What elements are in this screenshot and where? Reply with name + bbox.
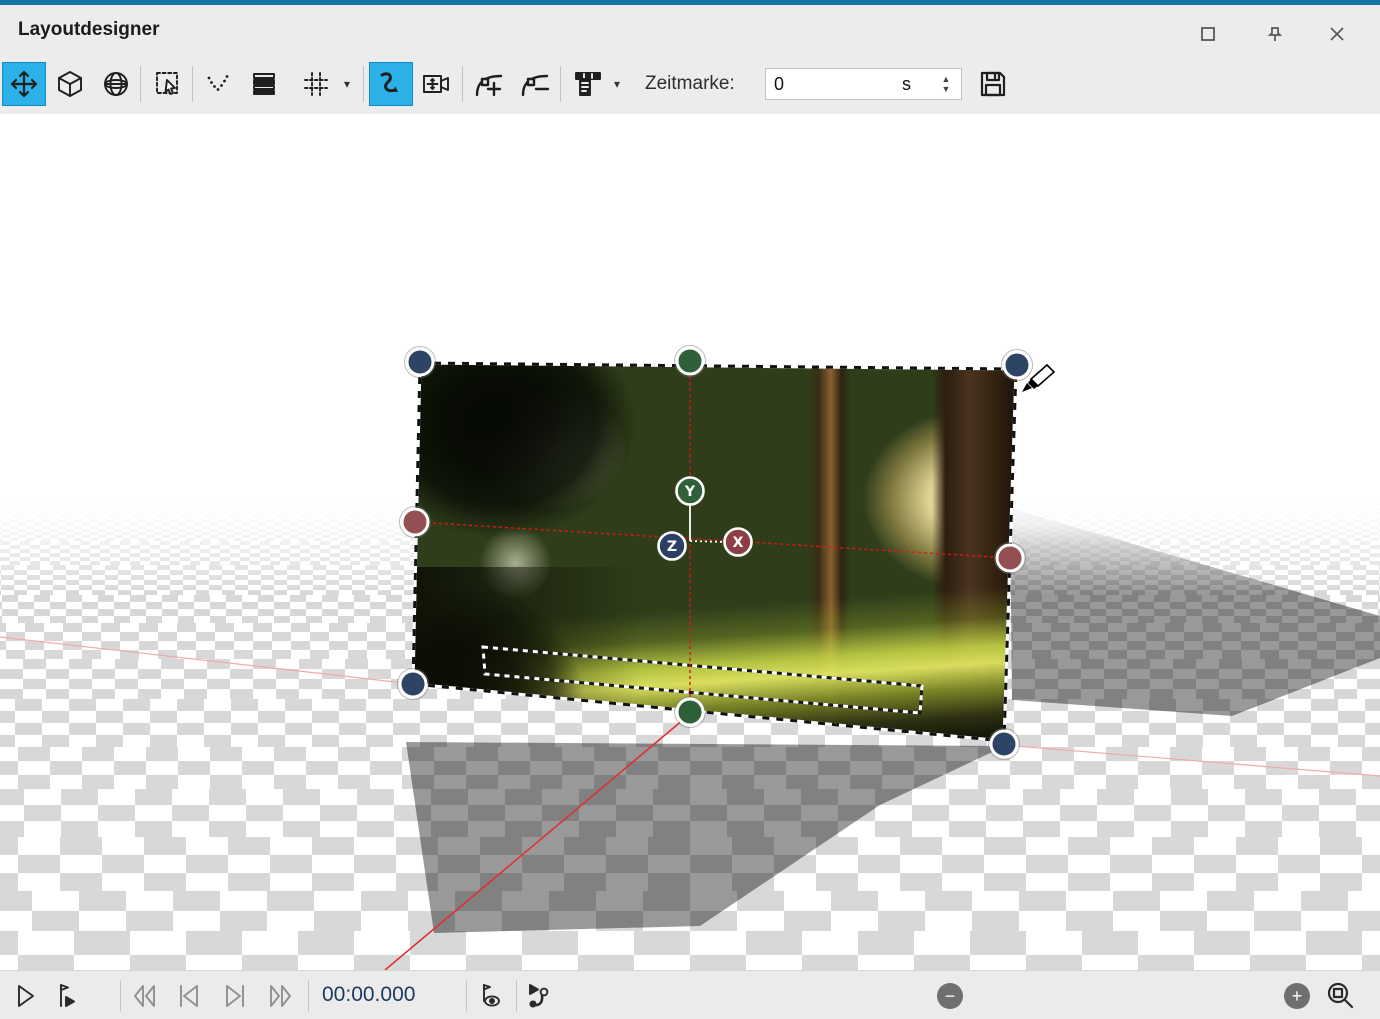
curve-icon xyxy=(376,69,406,99)
playback-separator xyxy=(466,980,467,1012)
main-toolbar: ▾ xyxy=(0,56,1380,114)
toolbar-separator xyxy=(560,66,561,102)
handle-top-right[interactable] xyxy=(1002,350,1033,381)
timeline-table-dropdown-chevron[interactable]: ▾ xyxy=(614,76,620,92)
zoom-fit-button[interactable] xyxy=(1324,979,1358,1013)
handle-bottom-right[interactable] xyxy=(989,729,1020,760)
camera-pan-tool-button[interactable] xyxy=(415,62,459,106)
skip-to-end-icon xyxy=(222,983,248,1009)
zeitmarke-label: Zeitmarke: xyxy=(645,73,735,95)
zeitmarke-spinner[interactable]: ▲▼ xyxy=(933,70,959,98)
camera-pan-icon xyxy=(422,71,452,97)
play-icon xyxy=(12,983,38,1009)
ground-axis-line-right xyxy=(1004,745,1380,776)
pin-icon xyxy=(1266,25,1284,43)
move-icon xyxy=(9,69,39,99)
zeitmarke-unit: s xyxy=(902,74,911,95)
marker-visibility-button[interactable] xyxy=(474,979,508,1013)
toolbar-separator xyxy=(192,66,193,102)
fast-forward-button[interactable] xyxy=(264,979,298,1013)
move-tool-button[interactable] xyxy=(2,62,46,106)
zoom-out-button[interactable]: − xyxy=(937,983,963,1009)
dotted-check-icon xyxy=(204,70,232,98)
handle-mid-bottom[interactable] xyxy=(675,697,706,728)
handle-mid-right[interactable] xyxy=(995,543,1026,574)
selection-marching-ants xyxy=(413,363,1016,741)
z-axis-label: Z xyxy=(667,539,677,555)
playback-separator xyxy=(308,980,309,1012)
save-icon xyxy=(978,69,1008,99)
window-title: Layoutdesigner xyxy=(18,19,159,41)
handle-mid-left[interactable] xyxy=(400,507,431,538)
maximize-icon xyxy=(1200,26,1216,42)
ground-axis-line-red xyxy=(385,714,690,970)
rewind-icon xyxy=(131,983,159,1009)
zoom-in-button[interactable]: + xyxy=(1284,983,1310,1009)
grid-dropdown-chevron[interactable]: ▾ xyxy=(344,76,350,92)
motion-path-icon xyxy=(525,981,557,1011)
toolbar-separator xyxy=(462,66,463,102)
play-button[interactable] xyxy=(8,979,42,1013)
rewind-button[interactable] xyxy=(128,979,162,1013)
edge-handles xyxy=(400,346,1026,728)
toolbar-separator xyxy=(140,66,141,102)
timeline-table-tool-button[interactable] xyxy=(566,62,610,106)
play-from-marker-button[interactable] xyxy=(50,979,84,1013)
handle-bottom-left[interactable] xyxy=(398,669,429,700)
play-from-marker-icon xyxy=(53,982,81,1010)
skip-to-start-button[interactable] xyxy=(172,979,206,1013)
crosshair-horizontal xyxy=(415,522,1010,558)
skip-to-end-button[interactable] xyxy=(218,979,252,1013)
playback-separator xyxy=(120,980,121,1012)
x-axis-stem xyxy=(690,541,727,542)
globe-tool-button[interactable] xyxy=(94,62,138,106)
zoom-out-label: − xyxy=(945,984,956,1008)
globe-icon xyxy=(102,70,130,98)
playback-separator xyxy=(516,980,517,1012)
x-axis-label: X xyxy=(733,535,744,551)
ground-axis-line-left xyxy=(0,637,413,684)
save-button[interactable] xyxy=(971,62,1015,106)
select-rect-icon xyxy=(154,70,182,98)
playback-bar: ▾ 00:00.000 xyxy=(0,970,1380,1019)
grid-icon xyxy=(302,70,330,98)
marker-visibility-icon xyxy=(476,981,506,1011)
close-icon xyxy=(1329,26,1345,42)
layers-icon xyxy=(250,70,278,98)
handle-top-left[interactable] xyxy=(405,347,436,378)
cube-3d-tool-button[interactable] xyxy=(48,62,92,106)
grid-tool-button[interactable] xyxy=(294,62,338,106)
add-keyframe-tool-button[interactable] xyxy=(467,62,511,106)
fast-forward-icon xyxy=(267,983,295,1009)
layers-tool-button[interactable] xyxy=(242,62,286,106)
layoutdesigner-window: Layoutdesigner xyxy=(0,0,1380,1019)
cube-icon xyxy=(56,70,84,98)
toolbar-separator xyxy=(363,66,364,102)
gizmo-overlay: Y Z X xyxy=(0,114,1380,970)
axis-handle-x[interactable]: X xyxy=(725,529,752,556)
zoom-fit-icon xyxy=(1326,981,1356,1011)
timeline-table-icon xyxy=(573,69,603,99)
zoom-in-label: + xyxy=(1292,984,1303,1008)
curve-tool-button[interactable] xyxy=(369,62,413,106)
timecode: 00:00.000 xyxy=(322,983,415,1007)
handle-mid-top[interactable] xyxy=(675,346,706,377)
zeitmarke-value: 0 xyxy=(774,74,784,95)
close-button[interactable] xyxy=(1324,21,1350,47)
axis-handle-y[interactable]: Y xyxy=(677,478,704,505)
pin-button[interactable] xyxy=(1262,21,1288,47)
titlebar: Layoutdesigner xyxy=(0,5,1380,56)
motion-path-button[interactable] xyxy=(524,979,558,1013)
select-rect-tool-button[interactable] xyxy=(146,62,190,106)
skip-to-start-icon xyxy=(176,983,202,1009)
layout-canvas[interactable]: Y Z X xyxy=(0,114,1380,970)
y-axis-label: Y xyxy=(684,484,696,500)
dotted-path-tool-button[interactable] xyxy=(196,62,240,106)
remove-keyframe-tool-button[interactable] xyxy=(513,62,557,106)
zeitmarke-input[interactable]: 0 s ▲▼ xyxy=(765,68,962,100)
add-keyframe-icon xyxy=(474,69,504,99)
remove-keyframe-icon xyxy=(520,69,550,99)
maximize-button[interactable] xyxy=(1195,21,1221,47)
axis-handle-z[interactable]: Z xyxy=(659,533,686,560)
